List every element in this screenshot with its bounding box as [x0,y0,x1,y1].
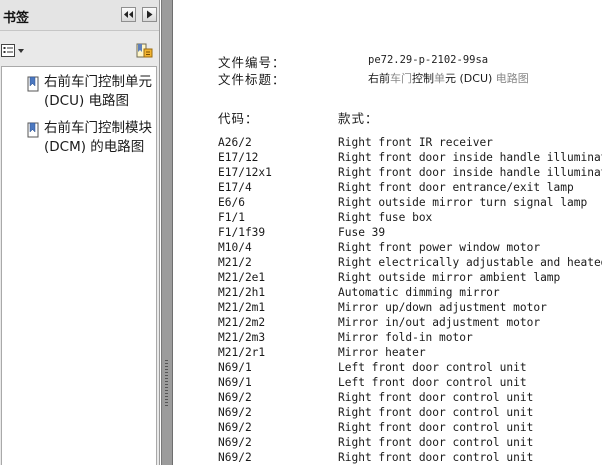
component-description: Right outside mirror ambient lamp [338,271,561,284]
doc-title-part: 电路图 [495,72,529,85]
component-description: Right front IR receiver [338,136,493,149]
bookmarks-panel-header: 书签 [0,0,159,31]
bookmark-icon [27,76,39,92]
component-code: N69/1 [218,376,252,389]
bookmark-properties-icon[interactable] [135,43,153,60]
component-code: N69/2 [218,406,252,419]
component-description: Mirror in/out adjustment motor [338,316,541,329]
component-description: Right front door control unit [338,421,534,434]
component-description: Right front door inside handle illuminat… [338,151,602,164]
component-description: Right electrically adjustable and heated… [338,256,602,269]
bookmark-item-label: 右前车门控制模块 (DCM) 的电路图 [44,120,152,155]
column-header-description: 款式： [338,111,379,126]
component-code: M21/2m3 [218,331,266,344]
component-code: F1/1f39 [218,226,266,239]
component-description: Right front power window motor [338,241,541,254]
component-description: Right front door control unit [338,436,534,449]
doc-title-label: 文件标题： [218,72,286,87]
component-code: M21/2m1 [218,301,266,314]
column-header-code: 代码： [218,111,259,126]
component-description: Mirror fold-in motor [338,331,473,344]
triangle-right-icon [147,10,153,19]
bookmark-item-dcm[interactable]: 右前车门控制模块 (DCM) 的电路图 [2,119,156,179]
component-code: N69/2 [218,421,252,434]
component-description: Right front door entrance/exit lamp [338,181,574,194]
component-code: A26/2 [218,136,252,149]
bookmarks-panel-title: 书签 [3,11,30,26]
document-page: 文件编号： pe72.29-p-2102-99sa 文件标题： 右前车门控制单元… [173,0,602,465]
bookmark-options-icon[interactable] [1,44,27,58]
component-description: Mirror up/down adjustment motor [338,301,547,314]
doc-title-part: 右前 [368,72,390,85]
bookmarks-panel: 书签 右前车门控制单元 (DCU) 电路图 右前车门控制模块 (DCM) 的电路… [0,0,160,465]
component-code: M21/2m2 [218,316,266,329]
doc-title-part: 单 [434,72,445,85]
component-code: F1/1 [218,211,245,224]
splitter-grip-icon [165,360,169,410]
double-chevron-left-icon [124,11,133,18]
doc-title-part: 控制 [412,72,434,85]
bookmark-item-label: 右前车门控制单元 (DCU) 电路图 [44,74,152,109]
panel-splitter[interactable] [161,0,173,465]
doc-title-part: 元 (DCU) [445,72,496,85]
component-code: M21/2h1 [218,286,266,299]
component-code: E17/12x1 [218,166,272,179]
component-description: Right outside mirror turn signal lamp [338,196,588,209]
component-code: N69/2 [218,451,252,464]
bookmark-list: 右前车门控制单元 (DCU) 电路图 右前车门控制模块 (DCM) 的电路图 [1,66,157,465]
component-code: E17/4 [218,181,252,194]
component-description: Left front door control unit [338,376,527,389]
component-code: M10/4 [218,241,252,254]
component-code: N69/2 [218,436,252,449]
bookmark-icon [27,122,39,138]
bookmark-item-dcu[interactable]: 右前车门控制单元 (DCU) 电路图 [2,73,156,113]
component-code: N69/1 [218,361,252,374]
doc-title-part: 车门 [390,72,412,85]
component-description: Mirror heater [338,346,426,359]
doc-title: 右前车门控制单元 (DCU) 电路图 [368,70,529,86]
component-description: Right front door control unit [338,451,534,464]
component-description: Right fuse box [338,211,433,224]
component-description: Left front door control unit [338,361,527,374]
component-code: M21/2 [218,256,252,269]
component-code: E6/6 [218,196,245,209]
doc-number: pe72.29-p-2102-99sa [368,54,489,66]
expand-panel-button[interactable] [142,7,157,22]
component-code: E17/12 [218,151,259,164]
component-code: N69/2 [218,391,252,404]
component-description: Right front door control unit [338,406,534,419]
component-code: M21/2e1 [218,271,266,284]
component-description: Right front door inside handle illuminat… [338,166,602,179]
component-description: Automatic dimming mirror [338,286,500,299]
component-code: M21/2r1 [218,346,266,359]
component-description: Fuse 39 [338,226,386,239]
component-description: Right front door control unit [338,391,534,404]
collapse-panel-button[interactable] [121,7,136,22]
